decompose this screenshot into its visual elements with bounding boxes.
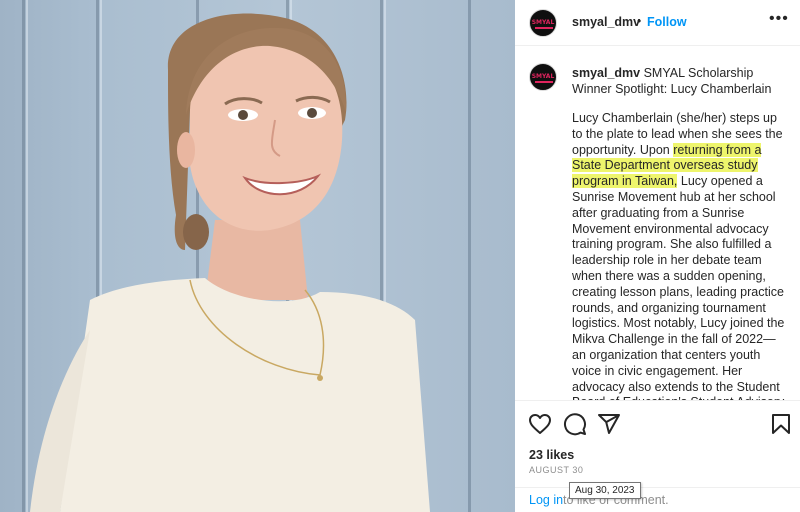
post-date[interactable]: AUGUST 30	[529, 465, 583, 475]
caption-avatar[interactable]: SMYAL	[529, 63, 557, 91]
action-bar	[515, 400, 800, 444]
caption-scroll-area[interactable]: SMYAL smyal_dmv SMYAL Scholarship Winner…	[515, 47, 800, 400]
comment-icon[interactable]	[563, 412, 587, 436]
likes-count[interactable]: 23 likes	[529, 448, 574, 462]
more-options-icon[interactable]: •••	[769, 10, 789, 28]
bookmark-icon[interactable]	[769, 412, 793, 436]
caption-avatar-logo-text: SMYAL	[531, 73, 555, 80]
share-icon[interactable]	[597, 412, 621, 436]
heart-icon[interactable]	[528, 412, 552, 436]
caption-avatar-logo-bar	[535, 81, 553, 83]
post-header: SMYAL smyal_dmv • Follow •••	[515, 0, 800, 46]
caption-text-after: Lucy opened a Sunrise Movement hub at he…	[572, 174, 785, 400]
login-link[interactable]: Log in	[529, 493, 563, 507]
avatar-logo-bar	[535, 27, 553, 29]
caption-username-link[interactable]: smyal_dmv	[572, 66, 640, 80]
header-username-link[interactable]: smyal_dmv	[572, 15, 640, 29]
header-separator: •	[637, 14, 642, 28]
post-photo[interactable]	[0, 0, 515, 512]
avatar[interactable]: SMYAL	[529, 9, 557, 37]
comment-footer: Log in to like or comment.	[515, 487, 800, 512]
caption-body: Lucy Chamberlain (she/her) steps up to t…	[572, 111, 787, 400]
post-sidebar: SMYAL smyal_dmv • Follow ••• SMYAL smyal…	[515, 0, 800, 512]
caption-headline: smyal_dmv SMYAL Scholarship Winner Spotl…	[572, 65, 782, 97]
avatar-logo-text: SMYAL	[531, 19, 555, 26]
follow-button[interactable]: Follow	[647, 15, 687, 29]
portrait-illustration	[30, 13, 430, 512]
date-tooltip: Aug 30, 2023	[569, 482, 641, 499]
